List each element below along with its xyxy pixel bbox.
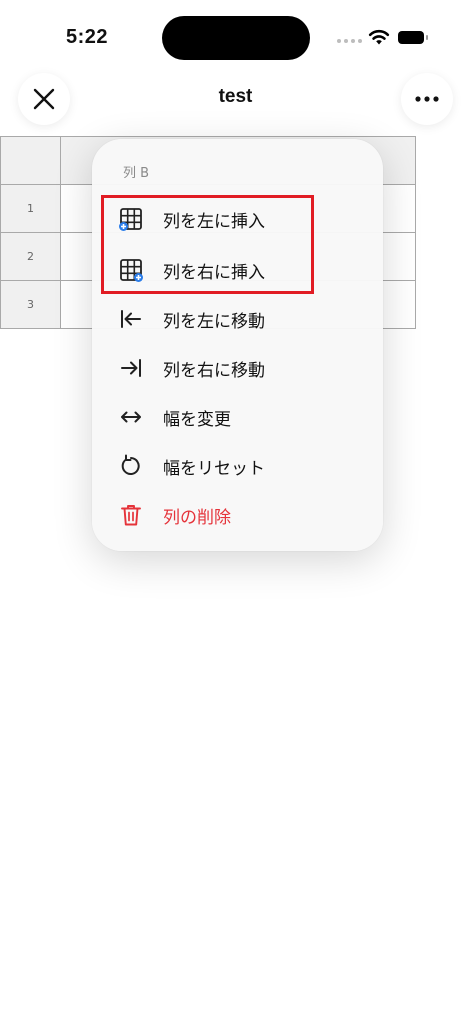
row-header[interactable]: 2 — [0, 232, 61, 281]
menu-title: 列 B — [123, 166, 150, 181]
battery-icon — [398, 31, 428, 44]
cellular-signal-icon — [337, 39, 362, 43]
insert-column-left-item[interactable]: 列を左に挿入 — [92, 196, 383, 242]
resize-width-icon — [118, 404, 144, 430]
menu-item-label: 列を左に挿入 — [163, 211, 265, 232]
move-column-left-item[interactable]: 列を左に移動 — [92, 296, 383, 342]
menu-item-label: 列を右に移動 — [163, 360, 265, 381]
insert-column-left-icon — [118, 206, 144, 232]
insert-column-right-icon — [118, 257, 144, 283]
trash-icon — [118, 502, 144, 528]
menu-item-label: 幅をリセット — [163, 458, 265, 479]
menu-item-label: 列を右に挿入 — [163, 262, 265, 283]
row-header[interactable]: 3 — [0, 280, 61, 329]
move-left-icon — [118, 306, 144, 332]
change-width-item[interactable]: 幅を変更 — [92, 394, 383, 440]
menu-item-label: 幅を変更 — [163, 409, 231, 430]
reset-width-item[interactable]: 幅をリセット — [92, 443, 383, 489]
row-header[interactable]: 1 — [0, 184, 61, 233]
column-context-menu: 列 B 列を左に挿入 列を右に挿入 列を左に移動 列を右に移動 幅を変更 幅をリ… — [92, 139, 383, 551]
insert-column-right-item[interactable]: 列を右に挿入 — [92, 247, 383, 293]
move-column-right-item[interactable]: 列を右に移動 — [92, 345, 383, 391]
corner-cell[interactable] — [0, 136, 61, 185]
move-right-icon — [118, 355, 144, 381]
wifi-icon — [368, 29, 390, 45]
status-bar: 5:22 — [0, 0, 471, 70]
menu-item-label: 列を左に移動 — [163, 311, 265, 332]
dynamic-island — [162, 16, 310, 60]
more-button[interactable] — [401, 73, 453, 125]
delete-column-item[interactable]: 列の削除 — [92, 492, 383, 538]
more-icon — [415, 96, 439, 102]
menu-item-label: 列の削除 — [163, 507, 231, 528]
status-time: 5:22 — [66, 26, 109, 48]
reset-icon — [118, 453, 144, 479]
